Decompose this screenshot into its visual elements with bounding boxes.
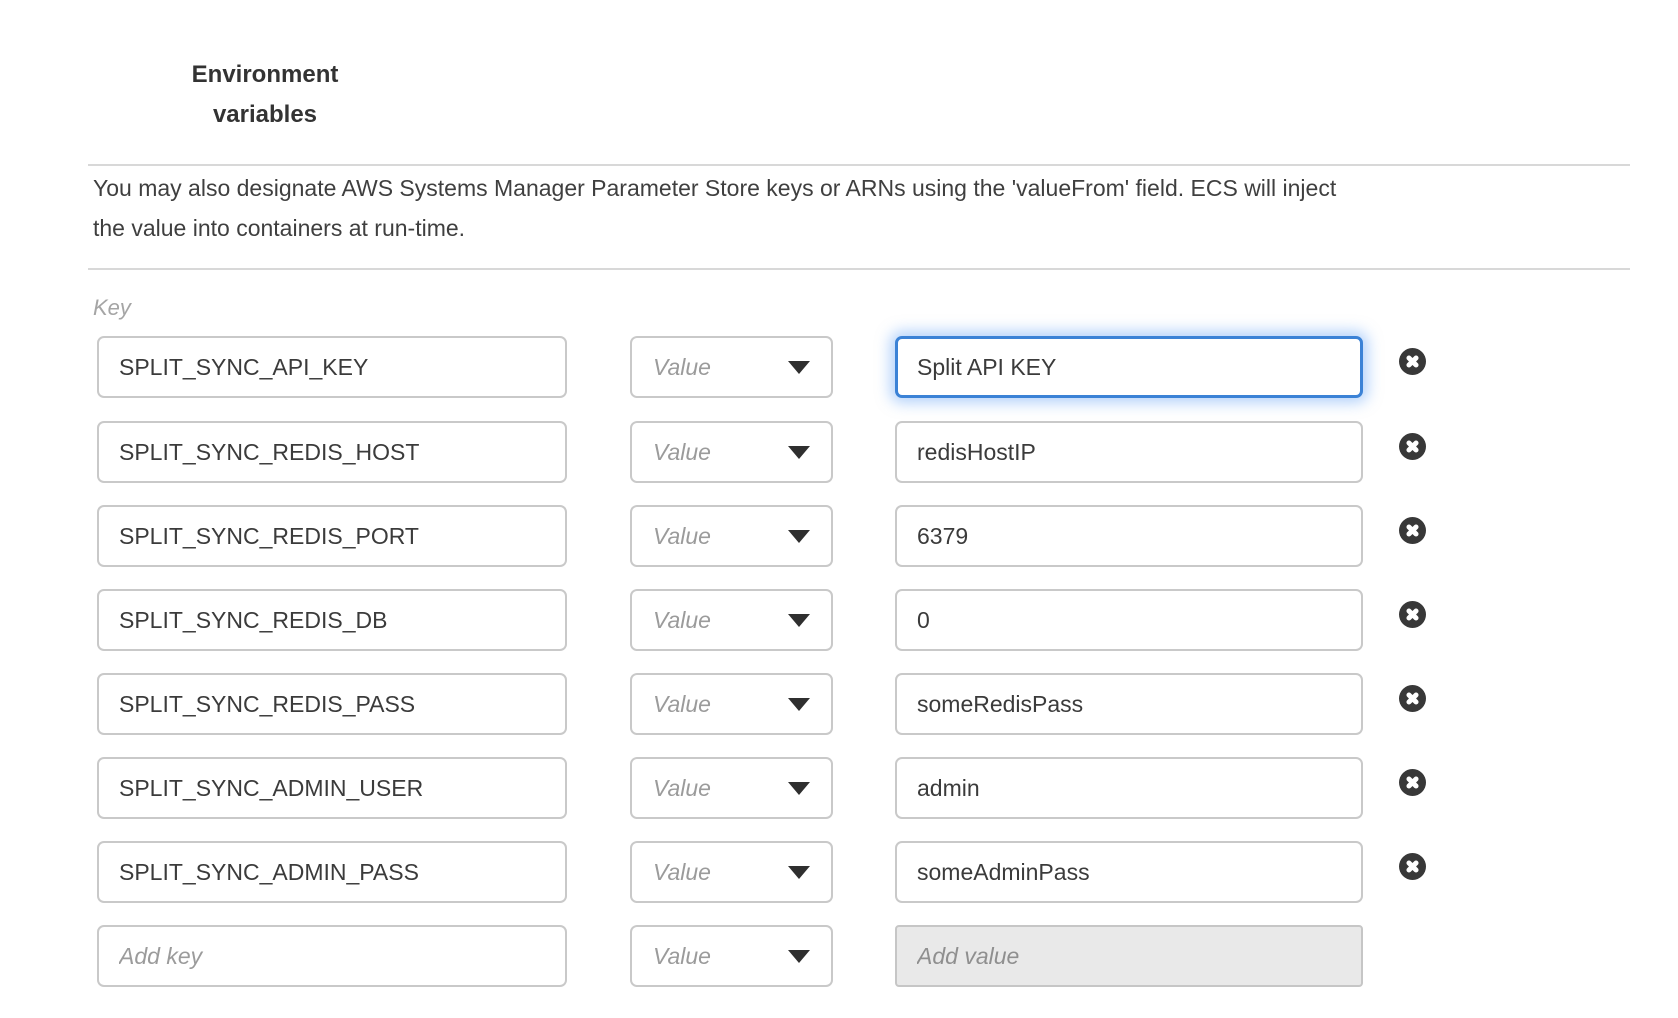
remove-variable-button[interactable] bbox=[1399, 601, 1426, 628]
key-column-header: Key bbox=[93, 295, 131, 321]
value-type-label: Value bbox=[653, 607, 711, 634]
remove-variable-button[interactable] bbox=[1399, 769, 1426, 796]
section-label: Environment variables bbox=[160, 55, 370, 135]
value-type-select[interactable]: Value bbox=[630, 757, 833, 819]
remove-variable-button[interactable] bbox=[1399, 433, 1426, 460]
key-input[interactable] bbox=[97, 673, 567, 735]
env-var-row: Value bbox=[0, 673, 1678, 735]
add-value-input[interactable] bbox=[895, 925, 1363, 987]
value-type-select[interactable]: Value bbox=[630, 589, 833, 651]
value-input[interactable] bbox=[895, 841, 1363, 903]
remove-variable-button[interactable] bbox=[1399, 517, 1426, 544]
divider bbox=[88, 268, 1630, 270]
key-input[interactable] bbox=[97, 421, 567, 483]
value-type-select[interactable]: Value bbox=[630, 673, 833, 735]
key-input[interactable] bbox=[97, 589, 567, 651]
env-var-row: Value bbox=[0, 505, 1678, 567]
caret-down-icon bbox=[788, 866, 810, 879]
caret-down-icon bbox=[788, 530, 810, 543]
environment-variables-form: Environment variables You may also desig… bbox=[0, 0, 1678, 1018]
value-type-label: Value bbox=[653, 439, 711, 466]
remove-variable-button[interactable] bbox=[1399, 348, 1426, 375]
env-var-row: Value bbox=[0, 336, 1678, 398]
value-type-select[interactable]: Value bbox=[630, 925, 833, 987]
caret-down-icon bbox=[788, 950, 810, 963]
value-input[interactable] bbox=[895, 336, 1363, 398]
env-var-row: Value bbox=[0, 421, 1678, 483]
caret-down-icon bbox=[788, 698, 810, 711]
add-env-var-row: Value bbox=[0, 925, 1678, 987]
add-key-input[interactable] bbox=[97, 925, 567, 987]
key-input[interactable] bbox=[97, 757, 567, 819]
divider bbox=[88, 164, 1630, 166]
section-description: You may also designate AWS Systems Manag… bbox=[93, 168, 1638, 248]
value-type-label: Value bbox=[653, 523, 711, 550]
description-line: the value into containers at run-time. bbox=[93, 208, 1638, 248]
value-input[interactable] bbox=[895, 421, 1363, 483]
value-type-select[interactable]: Value bbox=[630, 336, 833, 398]
remove-variable-button[interactable] bbox=[1399, 685, 1426, 712]
value-type-select[interactable]: Value bbox=[630, 841, 833, 903]
remove-variable-button[interactable] bbox=[1399, 853, 1426, 880]
key-input[interactable] bbox=[97, 505, 567, 567]
value-input[interactable] bbox=[895, 673, 1363, 735]
value-type-select[interactable]: Value bbox=[630, 505, 833, 567]
caret-down-icon bbox=[788, 361, 810, 374]
value-type-label: Value bbox=[653, 691, 711, 718]
description-line: You may also designate AWS Systems Manag… bbox=[93, 168, 1638, 208]
value-type-label: Value bbox=[653, 859, 711, 886]
caret-down-icon bbox=[788, 446, 810, 459]
env-var-row: Value bbox=[0, 841, 1678, 903]
caret-down-icon bbox=[788, 782, 810, 795]
env-var-row: Value bbox=[0, 589, 1678, 651]
value-type-select[interactable]: Value bbox=[630, 421, 833, 483]
value-input[interactable] bbox=[895, 757, 1363, 819]
value-type-label: Value bbox=[653, 943, 711, 970]
value-input[interactable] bbox=[895, 505, 1363, 567]
caret-down-icon bbox=[788, 614, 810, 627]
key-input[interactable] bbox=[97, 841, 567, 903]
value-type-label: Value bbox=[653, 354, 711, 381]
value-input[interactable] bbox=[895, 589, 1363, 651]
env-var-row: Value bbox=[0, 757, 1678, 819]
value-type-label: Value bbox=[653, 775, 711, 802]
key-input[interactable] bbox=[97, 336, 567, 398]
